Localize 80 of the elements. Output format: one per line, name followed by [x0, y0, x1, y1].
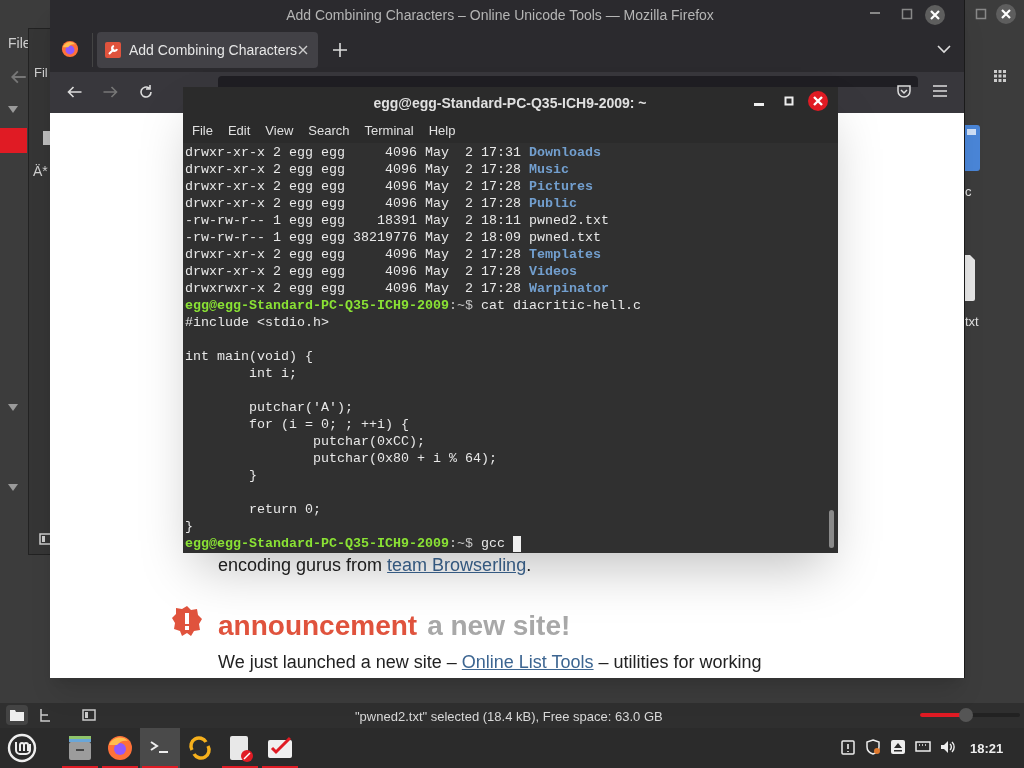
terminal-line: drwxr-xr-x 2 egg egg 4096 May 2 17:28 Public	[184, 195, 578, 212]
scrollbar-thumb[interactable]	[829, 510, 834, 548]
folder-icon	[10, 709, 24, 721]
address-field[interactable]	[218, 76, 918, 87]
volume-icon[interactable]	[940, 739, 956, 755]
link[interactable]: team Browserling	[387, 555, 527, 575]
close-icon[interactable]	[925, 5, 945, 25]
folder-icon[interactable]	[965, 125, 980, 171]
terminal-line: for (i = 0; ; ++i) {	[248, 416, 410, 433]
sidebar-toggle-icon[interactable]	[82, 709, 96, 721]
expander-triangle-icon[interactable]	[8, 484, 18, 492]
terminal-line: putchar(0x80 + i % 64);	[311, 450, 498, 467]
plus-icon[interactable]	[333, 43, 347, 57]
tree-icon[interactable]	[38, 708, 53, 723]
file-icon[interactable]	[965, 255, 975, 301]
paragraph: We just launched a new site – Online List Tools – utilities for working	[218, 651, 762, 674]
pocket-icon[interactable]	[896, 84, 912, 100]
close-icon[interactable]	[996, 4, 1016, 24]
app-grid-icon[interactable]	[994, 70, 1006, 82]
places-button[interactable]	[6, 705, 28, 725]
back-arrow-icon[interactable]	[66, 84, 83, 100]
zoom-slider[interactable]	[920, 708, 1020, 722]
menu-icon[interactable]	[933, 85, 947, 97]
terminal-line: }	[248, 467, 258, 484]
reload-icon[interactable]	[138, 84, 154, 100]
eject-icon[interactable]	[890, 739, 906, 755]
window-title: Add Combining Characters – Online Unicode Tools — Mozilla Firefox	[285, 6, 715, 25]
clock[interactable]: 18:21	[970, 739, 1004, 759]
status-text: "pwned2.txt" selected (18.4 kB), Free space: 63.0 GB	[355, 708, 663, 726]
mint-menu-icon[interactable]	[7, 733, 37, 763]
terminal-line: drwxrwxr-x 2 egg egg 4096 May 2 17:28 Warpinator	[184, 280, 610, 297]
terminal-line: int i;	[248, 365, 298, 382]
terminal-line: drwxr-xr-x 2 egg egg 4096 May 2 17:28 Videos	[184, 263, 578, 280]
text-snippet: Ä*	[33, 162, 48, 181]
terminal-line: return 0;	[248, 501, 322, 518]
terminal-line: drwxr-xr-x 2 egg egg 4096 May 2 17:28 Templates	[184, 246, 602, 263]
menu-item[interactable]: View	[265, 121, 294, 141]
close-icon[interactable]	[808, 91, 828, 111]
terminal-line: -rw-rw-r-- 1 egg egg 18391 May 2 18:11 pwned2.txt	[184, 212, 610, 229]
terminal-line: #include <stdio.h>	[184, 314, 330, 331]
expander-triangle-icon[interactable]	[8, 404, 18, 412]
expander-triangle-icon[interactable]	[8, 106, 18, 114]
browser-tab[interactable]: Add Combining Characters	[97, 32, 318, 68]
alert-badge-icon	[172, 606, 202, 636]
selected-row-highlight	[0, 128, 27, 153]
terminal-line: putchar(0xCC);	[311, 433, 426, 450]
wrench-icon	[105, 42, 121, 58]
menu-item[interactable]: Search	[308, 121, 350, 141]
terminal-line: egg@egg-Standard-PC-Q35-ICH9-2009:~$ gcc	[185, 535, 506, 552]
terminal-line: drwxr-xr-x 2 egg egg 4096 May 2 17:28 Music	[184, 161, 570, 178]
heading: a new site!	[427, 609, 571, 643]
terminal-line: egg@egg-Standard-PC-Q35-ICH9-2009:~$ cat diacritic-hell.c	[185, 297, 642, 314]
paragraph: encoding gurus from team Browserling.	[218, 554, 532, 577]
heading: announcement	[218, 609, 418, 643]
window-title: egg@egg-Standard-PC-Q35-ICH9-2009: ~	[372, 94, 648, 113]
firefox-logo-icon[interactable]	[106, 734, 134, 762]
clipboard-icon[interactable]	[840, 739, 856, 755]
tab-label: Add Combining Characters	[129, 40, 298, 60]
sync-icon[interactable]	[186, 734, 214, 762]
terminal-line: drwxr-xr-x 2 egg egg 4096 May 2 17:28 Pictures	[184, 178, 594, 195]
terminal-line: int main(void) {	[184, 348, 314, 365]
slider-thumb[interactable]	[958, 708, 973, 722]
file-label: txt	[965, 313, 979, 331]
file-cabinet-icon[interactable]	[66, 734, 94, 762]
menu-item[interactable]: Edit	[227, 121, 251, 141]
network-icon[interactable]	[915, 739, 931, 755]
terminal-line: -rw-rw-r-- 1 egg egg 38219776 May 2 18:09 pwned.txt	[184, 229, 602, 246]
terminal-line: }	[184, 518, 194, 535]
terminal-line: drwxr-xr-x 2 egg egg 4096 May 2 17:31 Downloads	[184, 144, 602, 161]
file-label: c	[965, 183, 972, 201]
terminal-line: putchar('A');	[248, 399, 354, 416]
chevron-down-icon[interactable]	[937, 45, 951, 54]
menu-item[interactable]: File	[192, 121, 213, 141]
shield-icon[interactable]	[865, 739, 881, 755]
close-icon[interactable]	[298, 45, 308, 55]
firefox-logo-icon[interactable]	[61, 40, 79, 58]
menu-item[interactable]: Help	[428, 121, 456, 141]
menu-item[interactable]: Terminal	[364, 121, 414, 141]
menu-item[interactable]: Fil	[34, 63, 48, 83]
link[interactable]: Online List Tools	[461, 652, 594, 672]
